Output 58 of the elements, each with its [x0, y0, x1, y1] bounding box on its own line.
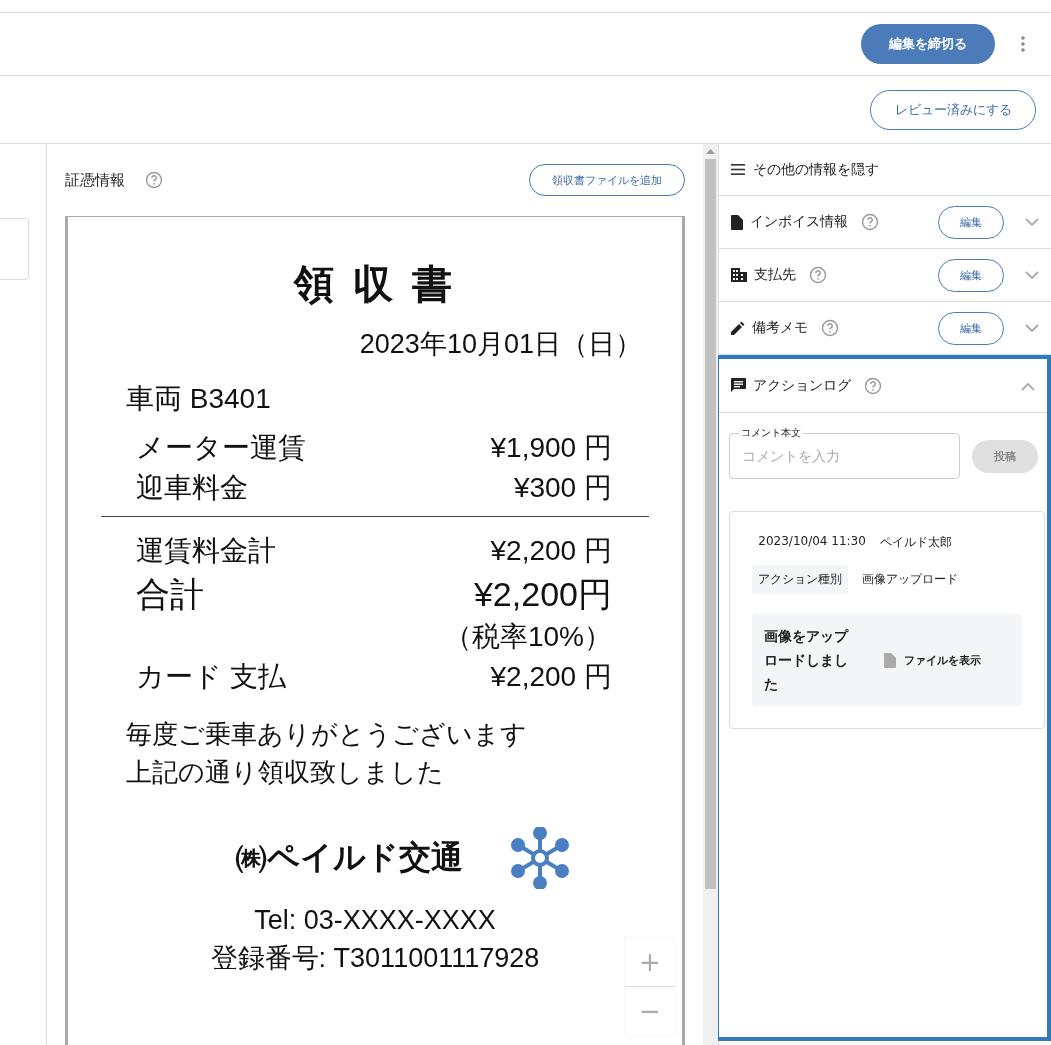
scroll-up-icon[interactable] — [706, 148, 716, 154]
field-label: コメント本文 — [739, 426, 804, 439]
building-icon — [731, 268, 748, 282]
section-title: 証憑情報 — [64, 170, 125, 190]
hide-info-toggle[interactable]: その他の情報を隠す — [719, 144, 1051, 196]
close-editing-button[interactable]: 編集を締切る — [861, 24, 995, 64]
edit-button[interactable]: 編集 — [938, 258, 1004, 292]
help-icon[interactable] — [144, 171, 163, 189]
help-icon[interactable] — [864, 376, 883, 395]
registration-number: 登録番号: T3011001117928 — [210, 942, 540, 975]
edit-button[interactable]: 編集 — [938, 205, 1004, 239]
chevron-icon[interactable] — [1021, 381, 1035, 391]
log-datetime: 2023/10/04 11:30 — [758, 534, 866, 550]
panel-section-title: 備考メモ — [752, 319, 809, 337]
mark-reviewed-button[interactable]: レビュー済みにする — [870, 89, 1036, 130]
menu-icon — [731, 164, 746, 175]
tax-rate-note: （税率10%） — [443, 620, 612, 654]
help-icon[interactable] — [821, 319, 840, 337]
receipt-line-amount: ¥2,200 円 — [490, 534, 612, 568]
action-type-value: 画像アップロード — [862, 571, 959, 588]
edit-button[interactable]: 編集 — [938, 311, 1004, 345]
receipt-title: 領 収 書 — [292, 261, 458, 308]
receipt-line-label: 運賃料金計 — [135, 534, 276, 568]
receipt-line-amount: ¥2,200 円 — [490, 660, 612, 694]
panel-section-title: インボイス情報 — [750, 213, 849, 231]
panel-section-title: アクションログ — [753, 376, 852, 395]
comment-icon — [731, 378, 747, 393]
chevron-icon[interactable] — [1025, 217, 1039, 227]
action-type-label: アクション種別 — [752, 565, 849, 594]
scrollbar[interactable] — [703, 144, 719, 1045]
panel-section-title: 支払先 — [754, 266, 797, 284]
chevron-icon[interactable] — [1025, 270, 1039, 280]
receipt-total-amount: ¥2,200円 — [473, 574, 612, 615]
vehicle-number: 車両 B3401 — [125, 382, 272, 416]
receipt-date: 2023年10月01日（日） — [358, 328, 643, 361]
receipt-message: 毎度ご乗車ありがとうございます — [125, 718, 528, 751]
file-icon — [884, 652, 897, 668]
phone-number: Tel: 03-XXXX-XXXX — [254, 904, 496, 937]
add-receipt-button[interactable]: 領収書ファイルを追加 — [529, 164, 686, 196]
view-file-link[interactable]: ファイルを表示 — [878, 651, 988, 669]
receipt-line-amount: ¥300 円 — [513, 471, 612, 505]
receipt-line-label: 迎車料金 — [135, 471, 248, 505]
receipt-total-label: 合計 — [135, 574, 204, 615]
chevron-icon[interactable] — [1025, 323, 1039, 333]
receipt-line-label: メーター運賃 — [135, 431, 306, 465]
card-background — [0, 218, 29, 280]
more-icon[interactable] — [1021, 36, 1025, 52]
log-user: ペイルド太郎 — [879, 534, 952, 551]
document-icon — [731, 214, 744, 230]
help-icon[interactable] — [809, 266, 828, 284]
help-icon[interactable] — [861, 213, 880, 231]
receipt-message: 上記の通り領収致しました — [125, 756, 445, 789]
network-logo-icon — [508, 827, 571, 889]
log-message-box: 画像をアップロードしました ファイルを表示 — [752, 614, 1022, 706]
pencil-icon — [731, 321, 746, 335]
company-name: ㈱ペイルド交通 — [234, 838, 463, 877]
receipt-line-amount: ¥1,900 円 — [490, 431, 612, 465]
receipt-line-label: カード 支払 — [135, 660, 286, 694]
